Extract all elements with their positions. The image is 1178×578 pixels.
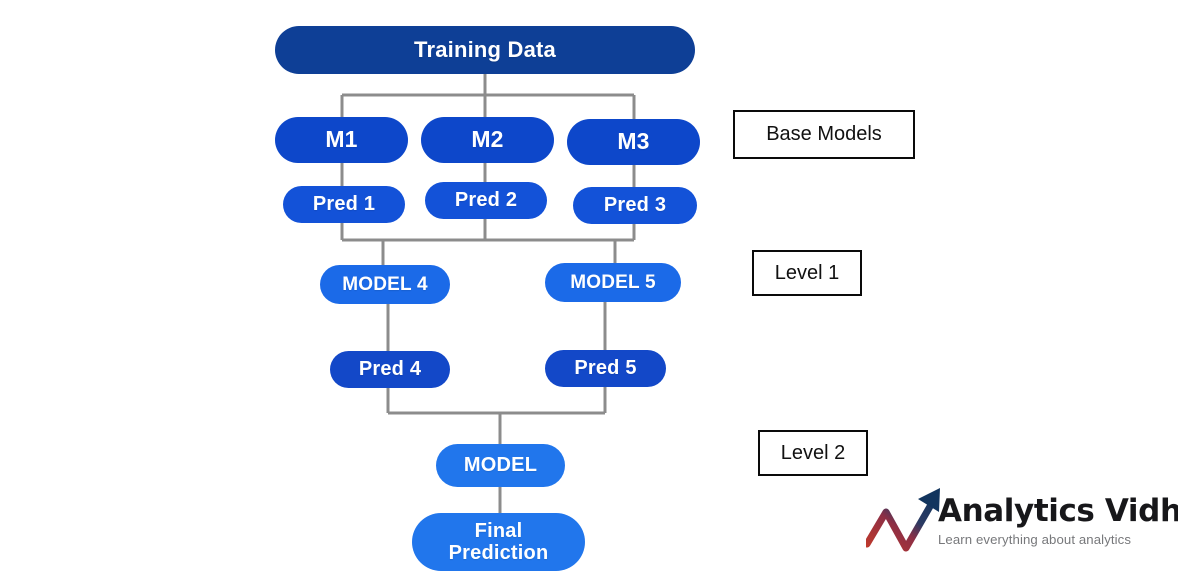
node-m3-label: M3	[617, 128, 650, 155]
node-pred-4[interactable]: Pred 4	[330, 351, 450, 388]
node-pred-5[interactable]: Pred 5	[545, 350, 666, 387]
node-pred-2-label: Pred 2	[454, 189, 518, 212]
node-m1-label: M1	[325, 126, 358, 153]
node-pred-1-label: Pred 1	[312, 193, 376, 216]
node-final-prediction-label: Final Prediction	[448, 519, 549, 564]
node-pred-3-label: Pred 3	[603, 194, 667, 217]
node-model-4-label: MODEL 4	[342, 273, 428, 295]
node-model[interactable]: MODEL	[436, 444, 565, 487]
logo-title: Analytics Vidhya	[938, 493, 1178, 529]
node-model-5[interactable]: MODEL 5	[545, 263, 681, 302]
node-m2-label: M2	[471, 126, 504, 153]
legend-base-models-label: Base Models	[766, 123, 882, 145]
legend-level-2-label: Level 2	[780, 441, 846, 464]
node-model-4[interactable]: MODEL 4	[320, 265, 450, 304]
node-pred-2[interactable]: Pred 2	[425, 182, 547, 219]
node-m2[interactable]: M2	[421, 117, 554, 163]
node-training-data[interactable]: Training Data	[275, 26, 695, 74]
legend-level-1-label: Level 1	[774, 261, 840, 284]
analytics-vidhya-logo: Analytics Vidhya Learn everything about …	[866, 482, 1178, 574]
node-model-5-label: MODEL 5	[570, 271, 656, 293]
node-pred-4-label: Pred 4	[358, 358, 422, 381]
logo-tagline: Learn everything about analytics	[938, 532, 1132, 547]
logo-text-block: Analytics Vidhya Learn everything about …	[938, 493, 1178, 548]
node-final-prediction[interactable]: Final Prediction	[412, 513, 585, 571]
node-training-data-label: Training Data	[414, 36, 556, 62]
legend-base-models: Base Models	[733, 110, 915, 159]
node-m1[interactable]: M1	[275, 117, 408, 163]
node-pred-5-label: Pred 5	[574, 357, 637, 380]
node-m3[interactable]: M3	[567, 119, 700, 165]
legend-level-1: Level 1	[752, 250, 862, 296]
legend-level-2: Level 2	[758, 430, 868, 476]
diagram-canvas: Training Data M1 M2 M3 Pred 1 Pred 2 Pre…	[0, 0, 1178, 578]
node-pred-1[interactable]: Pred 1	[283, 186, 405, 223]
node-pred-3[interactable]: Pred 3	[573, 187, 697, 224]
node-model-label: MODEL	[463, 454, 538, 477]
